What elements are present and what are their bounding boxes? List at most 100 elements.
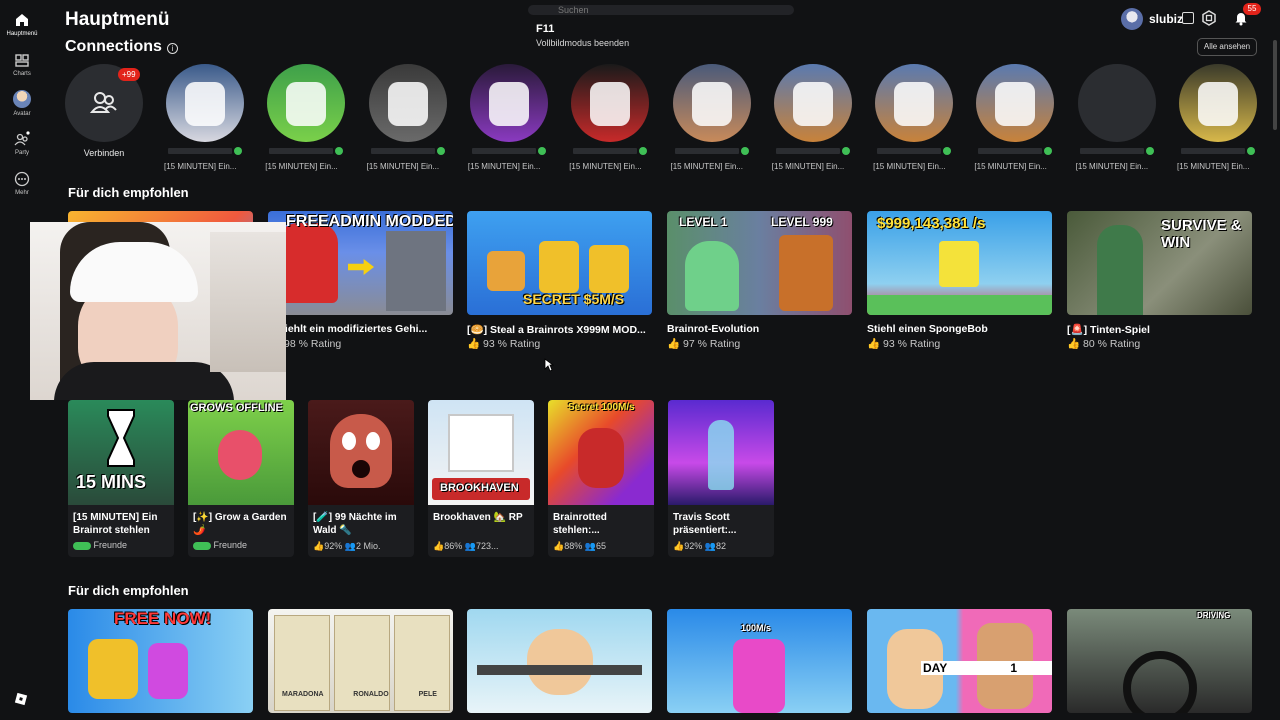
nav-avatar[interactable]: Avatar bbox=[0, 90, 44, 117]
game-rating: 👍 80 % Rating bbox=[1067, 337, 1140, 350]
thumb-art-text: SECRET $5M/S bbox=[523, 291, 625, 307]
mouse-cursor-icon bbox=[544, 358, 554, 372]
nav-avatar-label: Avatar bbox=[13, 111, 31, 117]
game-name: Brookhaven 🏡 RP bbox=[433, 512, 523, 523]
connection-avatar[interactable]: [15 MINUTEN] Ein... bbox=[569, 64, 651, 171]
game-card[interactable]: BROOKHAVEN Brookhaven 🏡 RP 👍86% 👥723... bbox=[428, 400, 534, 557]
game-tile[interactable]: LEVEL 1 LEVEL 999 Brainrot-Evolution 👍 9… bbox=[667, 211, 852, 350]
connection-name-redacted bbox=[370, 148, 435, 154]
players-value: 65 bbox=[595, 541, 606, 551]
search-input[interactable]: Suchen bbox=[528, 5, 794, 15]
thumb-art-text: 100M/s bbox=[741, 623, 772, 633]
tooltip-key: F11 bbox=[536, 23, 555, 35]
connection-avatar[interactable]: [15 MINUTEN] Ein... bbox=[468, 64, 550, 171]
roblox-logo-icon[interactable] bbox=[14, 692, 28, 706]
online-indicator bbox=[436, 147, 445, 155]
game-name: Travis Scott präsentiert:... bbox=[673, 512, 737, 536]
avatar bbox=[267, 64, 346, 142]
game-thumbnail: $999,143,381 /s bbox=[867, 211, 1052, 315]
connection-avatar[interactable]: [15 MINUTEN] Ein... bbox=[1177, 64, 1259, 171]
game-tile[interactable]: DRIVING bbox=[1067, 609, 1252, 713]
thumb-art-text: DRIVING bbox=[1197, 611, 1231, 620]
rating-value: 97 % Rating bbox=[683, 338, 741, 350]
online-indicator bbox=[335, 147, 344, 155]
nav-charts[interactable]: Charts bbox=[0, 52, 44, 77]
game-thumbnail: GROWS OFFLINE bbox=[188, 400, 294, 505]
connection-status: [15 MINUTEN] Ein... bbox=[164, 162, 237, 171]
game-thumbnail: FREEADMIN MODDED bbox=[268, 211, 453, 315]
game-card[interactable]: Travis Scott präsentiert:... 👍92% 👥82 bbox=[668, 400, 774, 557]
game-tile[interactable]: SURVIVE & WIN [🚨] Tinten-Spiel 👍 80 % Ra… bbox=[1067, 211, 1252, 350]
user-avatar[interactable] bbox=[1121, 8, 1143, 30]
tooltip-desc: Vollbildmodus beenden bbox=[536, 38, 630, 48]
thumbs-up-icon: 👍 bbox=[1067, 338, 1081, 350]
thumbs-up-icon: 👍 bbox=[553, 541, 565, 551]
game-name: [🧪] 99 Nächte im Wald 🔦 bbox=[313, 512, 397, 536]
game-card[interactable]: Secret 100M/s Brainrotted stehlen:... 👍8… bbox=[548, 400, 654, 557]
game-tile[interactable] bbox=[467, 609, 652, 713]
connection-status: [15 MINUTEN] Ein... bbox=[873, 162, 946, 171]
robux-icon[interactable] bbox=[1201, 10, 1217, 26]
game-friends: Freunde bbox=[193, 540, 247, 550]
nav-party[interactable]: Party bbox=[0, 131, 44, 156]
game-stats: 👍92% 👥2 Mio. bbox=[313, 541, 380, 552]
avatar bbox=[875, 64, 954, 142]
online-indicator bbox=[943, 147, 952, 155]
connection-avatar[interactable]: [15 MINUTEN] Ein... bbox=[974, 64, 1056, 171]
game-thumbnail: FREE NOW! bbox=[68, 609, 253, 713]
game-stats: 👍92% 👥82 bbox=[673, 541, 726, 552]
thumb-art-text: GROWS OFFLINE bbox=[190, 402, 283, 414]
friends-avatars-icon bbox=[193, 541, 211, 550]
nav-more[interactable]: Mehr bbox=[0, 171, 44, 196]
game-name: Brainrotted stehlen:... bbox=[553, 512, 607, 536]
game-tile[interactable]: DAY 1 DAY 100 bbox=[867, 609, 1052, 713]
connection-status: [15 MINUTEN] Ein... bbox=[467, 162, 541, 171]
avatar bbox=[166, 64, 244, 142]
friends-label: Freunde bbox=[93, 540, 128, 550]
connection-avatar[interactable]: [15 MINUTEN] Ein... bbox=[671, 64, 753, 171]
connection-avatar[interactable]: [15 MINUTEN] Ein... bbox=[164, 64, 246, 171]
nav-party-label: Party bbox=[14, 150, 29, 156]
online-indicator bbox=[537, 147, 546, 155]
game-stats: 👍88% 👥65 bbox=[553, 541, 606, 552]
background-wall bbox=[210, 232, 286, 372]
nav-home[interactable]: Hauptmenü bbox=[0, 12, 44, 37]
game-tile[interactable]: MARADONA RONALDO PELE bbox=[268, 609, 453, 713]
connection-avatar[interactable]: [15 MINUTEN] Ein... bbox=[772, 64, 854, 171]
game-card[interactable]: GROWS OFFLINE [✨] Grow a Garden 🌶️ Freun… bbox=[188, 400, 294, 557]
connection-request-badge: +99 bbox=[118, 68, 140, 81]
avatar bbox=[1077, 64, 1156, 142]
home-icon bbox=[16, 14, 28, 26]
game-thumbnail bbox=[668, 400, 774, 505]
online-indicator bbox=[1247, 147, 1255, 155]
game-stats: 👍86% 👥723... bbox=[433, 541, 499, 552]
connection-avatar[interactable]: [15 MINUTEN] Ein... bbox=[265, 64, 347, 171]
game-card[interactable]: 15 MINS [15 MINUTEN] Ein Brainrot stehle… bbox=[68, 400, 174, 557]
connection-avatar[interactable]: [15 MINUTEN] Ein... bbox=[1076, 64, 1158, 171]
connection-status: [15 MINUTEN] Ein... bbox=[771, 162, 845, 171]
thumbs-up-icon: 👍 bbox=[433, 541, 445, 551]
rating-value: 88% bbox=[564, 541, 583, 551]
connection-avatar[interactable]: [15 MINUTEN] Ein... bbox=[873, 64, 955, 171]
game-tile[interactable]: FREE NOW! bbox=[68, 609, 253, 713]
game-tile[interactable]: SECRET $5M/S [🥯] Steal a Brainrots X999M… bbox=[467, 211, 652, 350]
game-thumbnail bbox=[308, 400, 414, 505]
recommended-title-1: Für dich empfohlen bbox=[68, 185, 189, 200]
game-thumbnail: DAY 1 DAY 100 bbox=[867, 609, 1052, 713]
recommended-title-2: Für dich empfohlen bbox=[68, 583, 189, 598]
info-icon[interactable]: i bbox=[167, 43, 178, 54]
connection-avatar[interactable]: [15 MINUTEN] Ein... bbox=[367, 64, 449, 171]
see-all-button[interactable]: Alle ansehen bbox=[1197, 38, 1257, 56]
game-tile[interactable]: $999,143,381 /s Stiehl einen SpongeBob 👍… bbox=[867, 211, 1052, 350]
thumbs-up-icon: 👍 bbox=[867, 338, 881, 350]
game-tile[interactable]: 100M/s bbox=[667, 609, 852, 713]
premium-icon bbox=[1182, 12, 1194, 24]
game-tile[interactable]: FREEADMIN MODDED ] Stiehlt ein modifizie… bbox=[268, 211, 453, 350]
connection-status: [15 MINUTEN] Ein... bbox=[670, 162, 743, 171]
game-card[interactable]: [🧪] 99 Nächte im Wald 🔦 👍92% 👥2 Mio. bbox=[308, 400, 414, 557]
rating-value: 80 % Rating bbox=[1083, 338, 1141, 350]
game-rating: 👍 93 % Rating bbox=[467, 337, 540, 350]
rating-value: 92% bbox=[684, 541, 703, 551]
username[interactable]: slubiz bbox=[1149, 12, 1183, 26]
scrollbar[interactable] bbox=[1273, 40, 1277, 130]
